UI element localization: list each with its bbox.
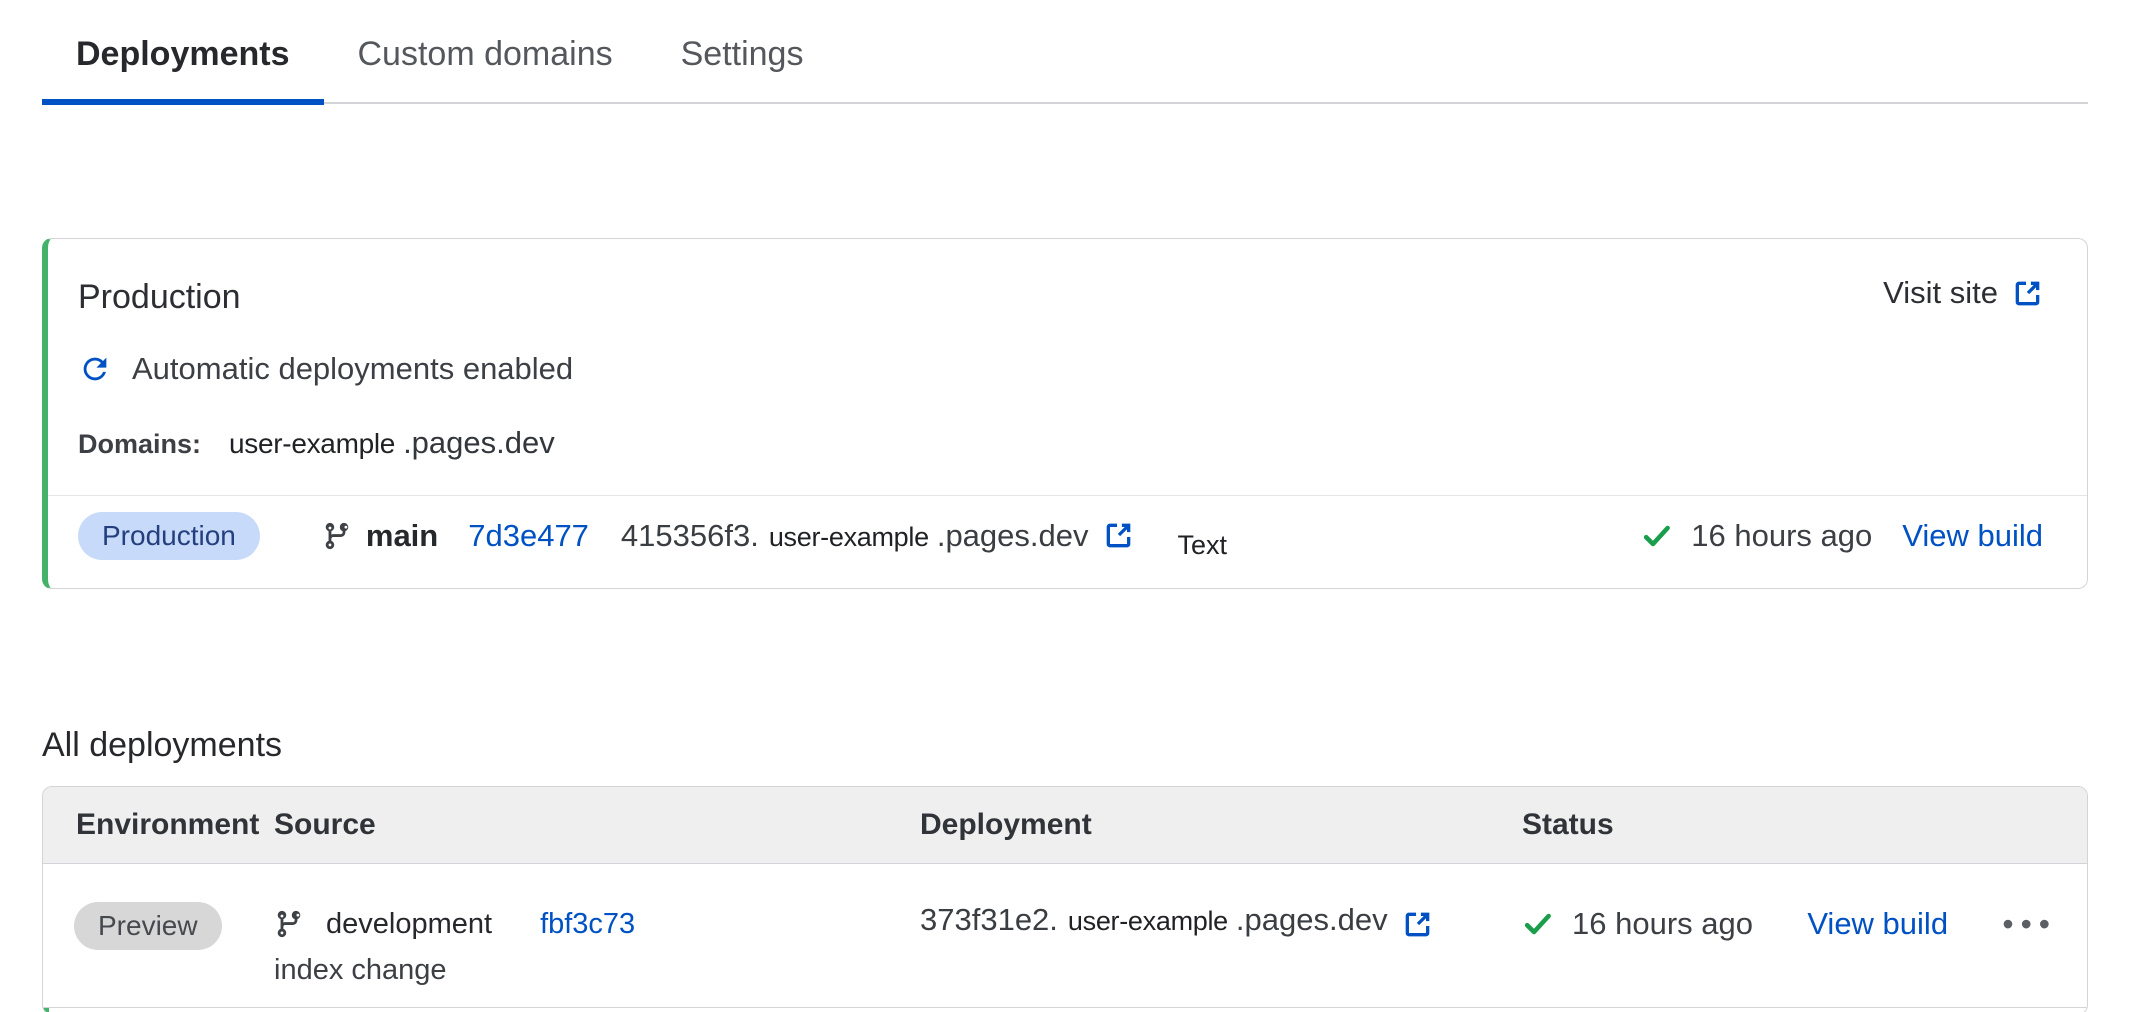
deployment-status-group: 16 hours ago View build xyxy=(1641,518,2043,554)
tab-settings[interactable]: Settings xyxy=(647,28,838,102)
domains-label: Domains: xyxy=(78,429,201,460)
commit-link[interactable]: 7d3e477 xyxy=(468,518,589,554)
deployment-time: 16 hours ago xyxy=(1691,518,1872,554)
all-deployments-title: All deployments xyxy=(42,723,2088,767)
deployment-cell: 373f31e2. user-example .pages.dev xyxy=(920,902,1522,987)
column-header-environment: Environment xyxy=(43,808,274,842)
environment-cell: Preview xyxy=(43,902,274,987)
domain-suffix: .pages.dev xyxy=(403,425,555,461)
external-link-icon xyxy=(1402,909,1433,940)
auto-deployments-label: Automatic deployments enabled xyxy=(132,351,573,387)
production-card: Production Visit site Automatic deployme… xyxy=(42,238,2088,589)
git-branch-icon xyxy=(274,909,304,939)
deployments-table: Environment Source Deployment Status Pre… xyxy=(42,786,2088,1012)
external-link-icon xyxy=(1103,520,1134,551)
status-time-group: 16 hours ago xyxy=(1522,902,1753,946)
source-branch-group: main xyxy=(322,518,438,554)
visit-site-label: Visit site xyxy=(1883,275,1998,311)
deployment-url-hash: 373f31e2. xyxy=(920,902,1058,938)
deployment-url-suffix: .pages.dev xyxy=(1236,902,1388,938)
tab-label: Deployments xyxy=(76,35,290,73)
tab-label: Custom domains xyxy=(358,35,613,73)
production-title: Production xyxy=(78,275,241,319)
deployment-url-link[interactable]: 415356f3. user-example .pages.dev xyxy=(621,518,1134,554)
table-header-row: Environment Source Deployment Status xyxy=(43,787,2087,864)
commit-message: Text xyxy=(1178,530,1228,561)
tab-bar: Deployments Custom domains Settings xyxy=(42,0,2088,104)
environment-badge: Production xyxy=(78,512,260,560)
view-build-link[interactable]: View build xyxy=(1902,518,2043,554)
auto-deployments-row: Automatic deployments enabled xyxy=(78,351,2043,387)
status-cell: 16 hours ago View build ••• xyxy=(1522,902,2087,987)
table-row: Preview development fbf3c73 index change… xyxy=(43,864,2087,1007)
success-check-icon xyxy=(1641,520,1673,552)
visit-site-link[interactable]: Visit site xyxy=(1883,275,2043,311)
domains-row: Domains: user-example .pages.dev xyxy=(78,425,2043,461)
deployment-url-link[interactable]: 373f31e2. user-example .pages.dev xyxy=(920,902,1522,946)
pages-project-deployments-view: Deployments Custom domains Settings Prod… xyxy=(0,0,2132,1012)
deployment-time: 16 hours ago xyxy=(1572,906,1753,942)
column-header-status: Status xyxy=(1522,808,2087,842)
branch-name: main xyxy=(366,518,438,554)
environment-badge: Preview xyxy=(74,902,222,950)
commit-message: index change xyxy=(274,954,920,987)
column-header-source: Source xyxy=(274,808,920,842)
tab-label: Settings xyxy=(681,35,804,73)
external-link-icon xyxy=(2012,278,2043,309)
next-row-indicator xyxy=(43,1008,2087,1012)
deployment-url-hash: 415356f3. xyxy=(621,518,759,554)
deployment-url-name: user-example xyxy=(769,522,929,553)
source-cell: development fbf3c73 index change xyxy=(274,902,920,987)
domain-name: user-example xyxy=(229,428,395,460)
column-header-deployment: Deployment xyxy=(920,808,1522,842)
success-check-icon xyxy=(1522,908,1554,940)
commit-link[interactable]: fbf3c73 xyxy=(540,908,635,941)
branch-name: development xyxy=(326,908,492,941)
tab-deployments[interactable]: Deployments xyxy=(42,28,324,102)
deployment-url-name: user-example xyxy=(1068,906,1228,937)
production-card-header: Production Visit site xyxy=(78,275,2043,319)
production-deployment-row: Production main 7d3e477 415356f3. user-e… xyxy=(48,495,2087,575)
git-branch-icon xyxy=(322,521,352,551)
source-branch-group: development fbf3c73 xyxy=(274,902,920,946)
tab-custom-domains[interactable]: Custom domains xyxy=(324,28,647,102)
row-menu-button[interactable]: ••• xyxy=(2002,902,2057,946)
deployment-url-suffix: .pages.dev xyxy=(937,518,1089,554)
refresh-icon xyxy=(78,352,112,386)
view-build-link[interactable]: View build xyxy=(1807,902,1948,946)
